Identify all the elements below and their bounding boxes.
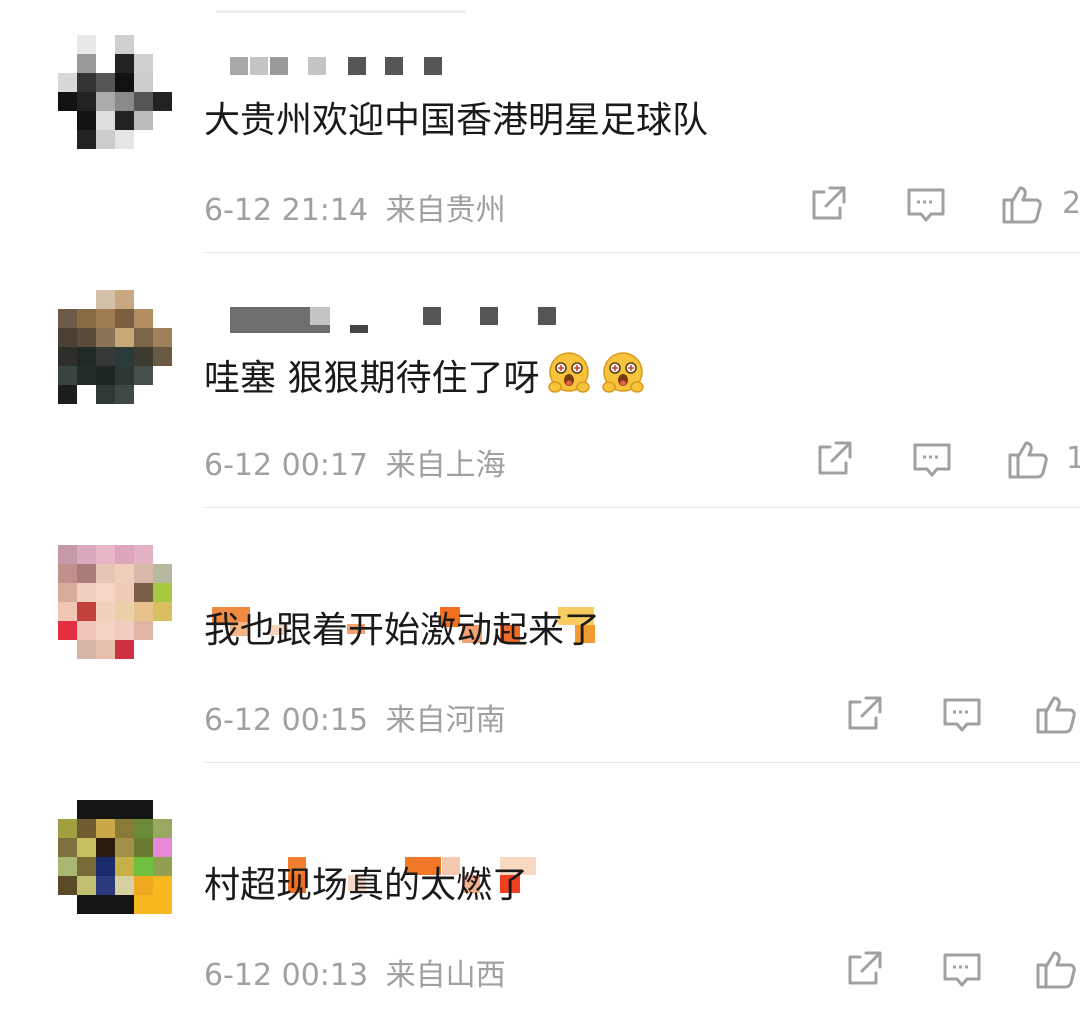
comment-text: 村超现场真的太燃了 (204, 865, 529, 906)
avatar[interactable] (58, 545, 174, 661)
comment-text: 我也跟着开始激动起来了 (204, 610, 601, 651)
comment-text-body: 哇塞 狠狠期待住了呀 (204, 358, 540, 399)
like-count: 1 (1066, 441, 1080, 476)
comment-time: 6-12 21:14 (204, 193, 369, 228)
comment-item: 哇塞 狠狠期待住了呀 6-12 00:17 来自上海 1 (0, 255, 1080, 510)
divider (204, 762, 1080, 763)
avatar[interactable] (58, 290, 174, 406)
thumbs-up-icon[interactable] (1034, 692, 1078, 736)
username-blurred[interactable] (210, 562, 630, 643)
comment-location: 来自贵州 (385, 193, 506, 228)
comment-location: 来自河南 (385, 703, 506, 738)
divider (204, 507, 1080, 508)
avatar[interactable] (58, 800, 174, 916)
comment-text: 哇塞 狠狠期待住了呀 (204, 350, 647, 405)
comment-meta: 6-12 00:13 来自山西 (204, 950, 506, 994)
comment-icon[interactable] (910, 437, 954, 481)
comment-meta: 6-12 00:17 来自上海 (204, 440, 506, 484)
share-icon[interactable] (842, 947, 886, 991)
comment-location: 来自山西 (385, 958, 506, 993)
thumbs-up-icon[interactable] (1006, 437, 1050, 481)
share-icon[interactable] (842, 692, 886, 736)
comment-item: 村超现场真的太燃了 6-12 00:13 来自山西 (0, 765, 1080, 1020)
username-blurred[interactable] (210, 817, 630, 893)
comment-time: 6-12 00:13 (204, 958, 369, 993)
drooling-emoji (548, 352, 591, 393)
comment-meta: 6-12 00:15 来自河南 (204, 695, 506, 739)
comment-time: 6-12 00:17 (204, 448, 369, 483)
thumbs-up-icon[interactable] (1034, 947, 1078, 991)
share-icon[interactable] (812, 437, 856, 481)
comment-item: 大贵州欢迎中国香港明星足球队 6-12 21:14 来自贵州 2 (0, 0, 1080, 255)
username-blurred[interactable] (210, 52, 630, 78)
comment-icon[interactable] (904, 182, 948, 226)
share-icon[interactable] (806, 182, 850, 226)
comment-item: 我也跟着开始激动起来了 6-12 00:15 来自河南 (0, 510, 1080, 765)
divider (204, 252, 1080, 253)
comment-text: 大贵州欢迎中国香港明星足球队 (204, 100, 709, 141)
comment-icon[interactable] (940, 692, 984, 736)
comment-location: 来自上海 (385, 448, 506, 483)
username-blurred[interactable] (210, 307, 630, 333)
thumbs-up-icon[interactable] (1000, 182, 1044, 226)
drooling-emoji (602, 352, 645, 393)
like-count: 2 (1062, 186, 1080, 221)
comment-icon[interactable] (940, 947, 984, 991)
comment-time: 6-12 00:15 (204, 703, 369, 738)
avatar[interactable] (58, 35, 174, 151)
comment-meta: 6-12 21:14 来自贵州 (204, 185, 506, 229)
